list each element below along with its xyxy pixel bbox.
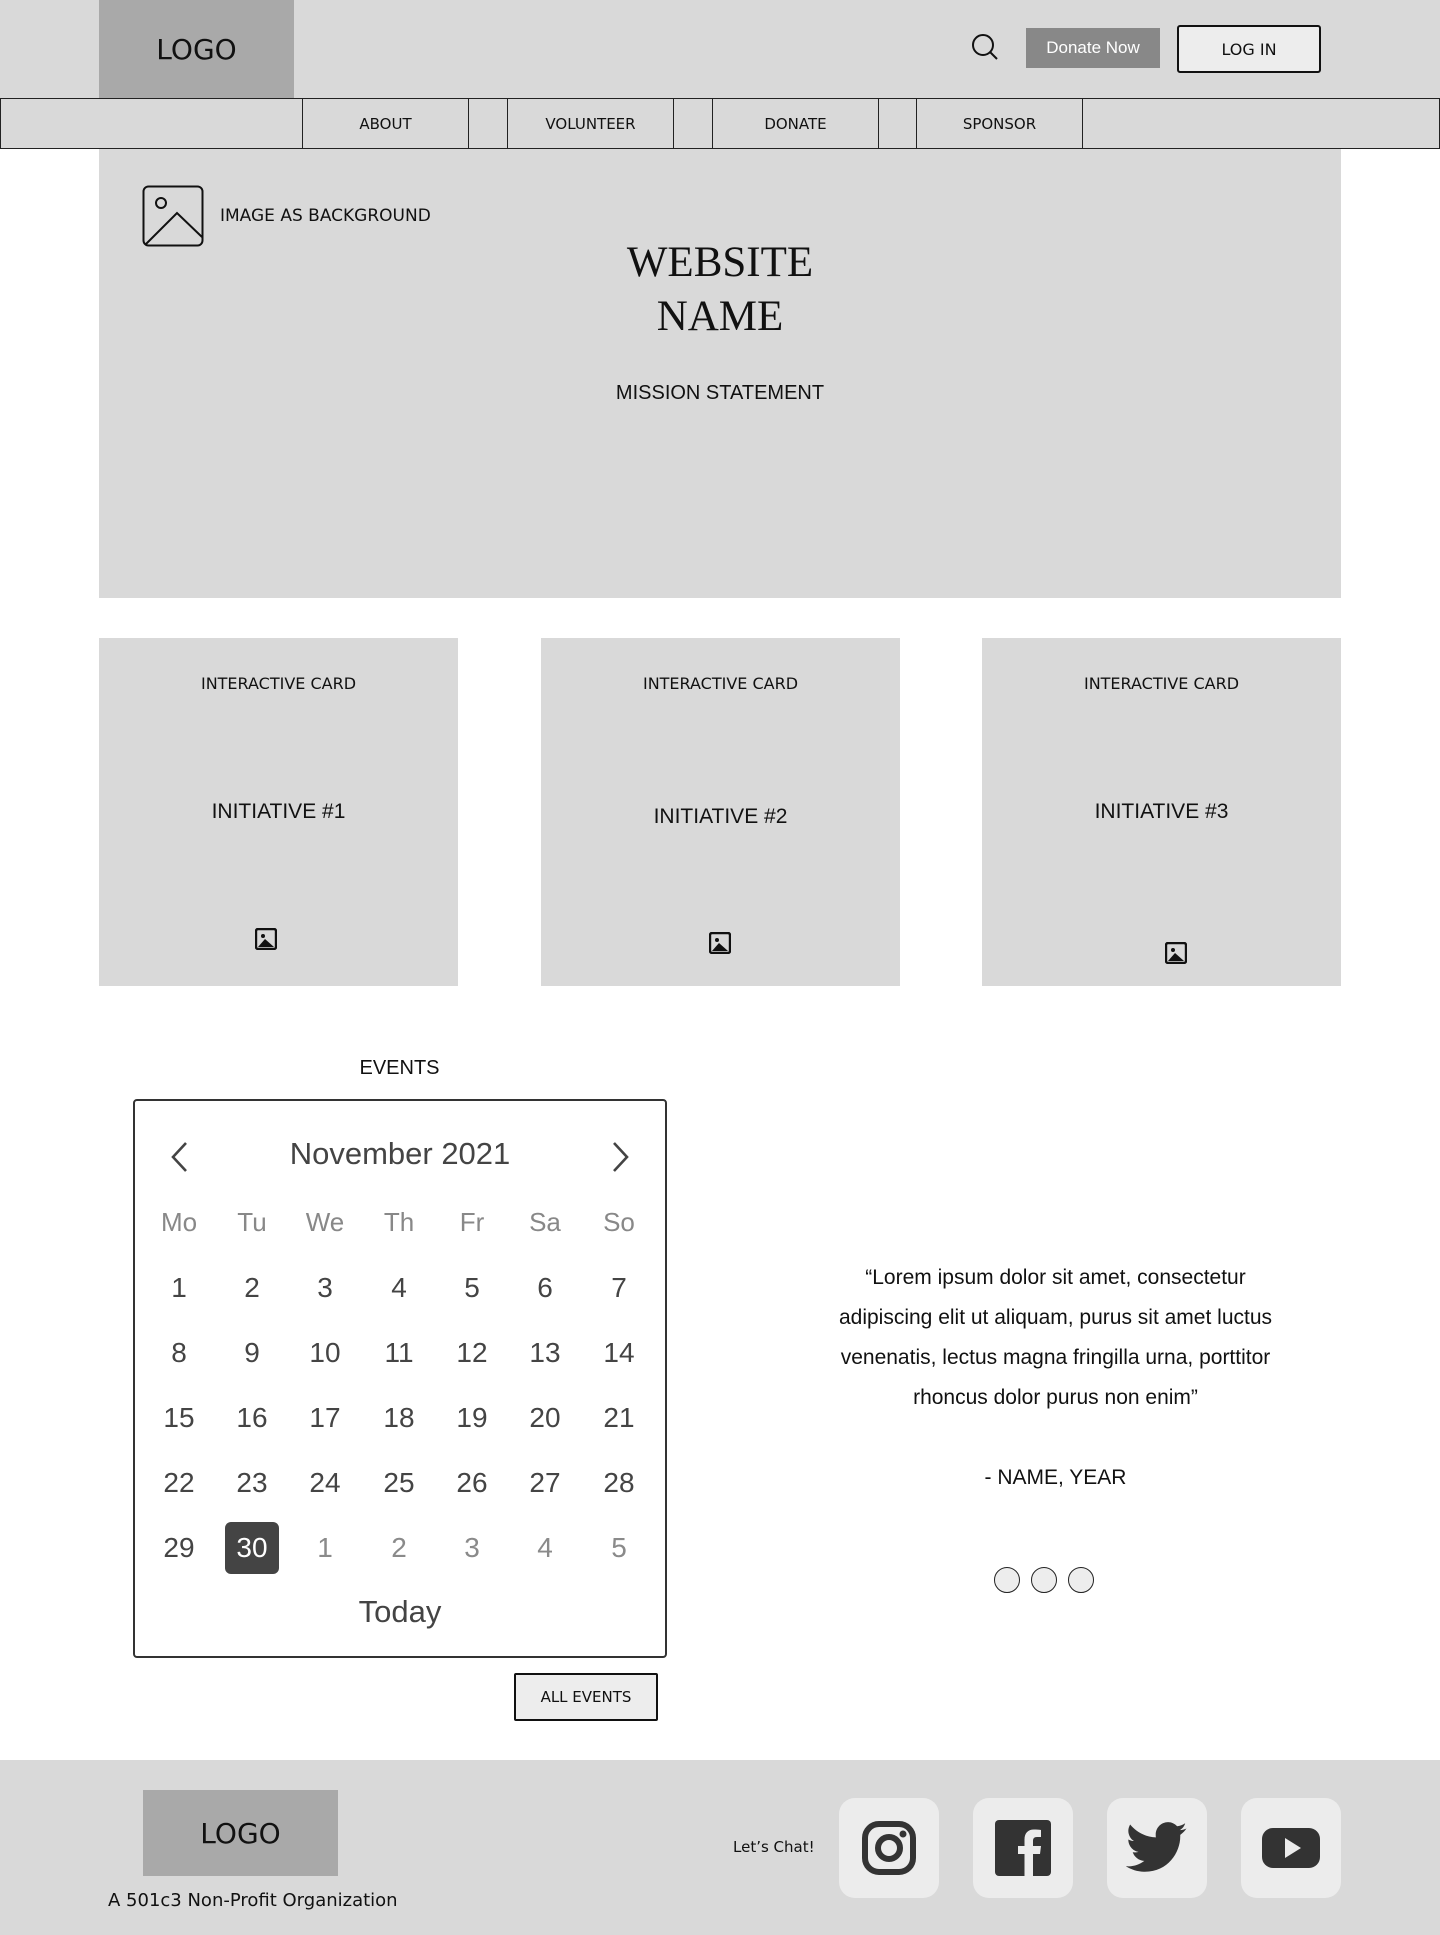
initiative-card-2[interactable]: INTERACTIVE CARD INITIATIVE #2 bbox=[541, 638, 900, 986]
nav-item-sponsor[interactable]: SPONSOR bbox=[916, 98, 1083, 149]
calendar-day[interactable]: 5 bbox=[592, 1522, 646, 1574]
events-heading: EVENTS bbox=[359, 1057, 440, 1079]
card-title: INITIATIVE #1 bbox=[211, 800, 346, 823]
calendar-day[interactable]: 7 bbox=[592, 1262, 646, 1314]
calendar-day[interactable]: 6 bbox=[518, 1262, 572, 1314]
weekday-label: We bbox=[305, 1207, 345, 1237]
weekday-label: Th bbox=[383, 1207, 415, 1237]
card-title: INITIATIVE #2 bbox=[653, 805, 788, 828]
weekday-label: So bbox=[603, 1207, 635, 1237]
card-label: INTERACTIVE CARD bbox=[1083, 674, 1240, 693]
mission-statement: MISSION STATEMENT bbox=[615, 382, 825, 404]
calendar-day[interactable]: 16 bbox=[225, 1392, 279, 1444]
testimonial-author: - NAME, YEAR bbox=[984, 1466, 1127, 1489]
website-name-line1: WEBSITE bbox=[626, 239, 814, 286]
calendar-day[interactable]: 5 bbox=[445, 1262, 499, 1314]
website-name-line2: NAME bbox=[656, 293, 784, 340]
quote-line: rhoncus dolor purus non enim” bbox=[913, 1386, 1198, 1409]
quote-line: adipiscing elit ut aliquam, purus sit am… bbox=[838, 1306, 1273, 1329]
calendar-day[interactable]: 22 bbox=[152, 1457, 206, 1509]
image-icon bbox=[1164, 941, 1188, 965]
twitter-icon[interactable] bbox=[1107, 1798, 1207, 1898]
website-name: WEBSITE NAME bbox=[520, 236, 920, 344]
initiative-card-3[interactable]: INTERACTIVE CARD INITIATIVE #3 bbox=[982, 638, 1341, 986]
carousel-dot-3[interactable] bbox=[1068, 1567, 1094, 1593]
nav-item-donate[interactable]: DONATE bbox=[712, 98, 879, 149]
testimonial-quote: “Lorem ipsum dolor sit amet, consectetur… bbox=[800, 1258, 1311, 1418]
carousel-dot-1[interactable] bbox=[994, 1567, 1020, 1593]
calendar-day[interactable]: 20 bbox=[518, 1392, 572, 1444]
quote-line: venenatis, lectus magna fringilla urna, … bbox=[840, 1346, 1271, 1369]
image-icon bbox=[254, 927, 278, 951]
calendar-day[interactable]: 4 bbox=[518, 1522, 572, 1574]
donate-now-button[interactable]: Donate Now bbox=[1026, 28, 1160, 68]
image-icon bbox=[708, 931, 732, 955]
image-placeholder-icon bbox=[142, 185, 204, 247]
chevron-right-icon[interactable] bbox=[606, 1140, 634, 1174]
calendar-day[interactable]: 24 bbox=[298, 1457, 352, 1509]
calendar-day[interactable]: 1 bbox=[152, 1262, 206, 1314]
calendar-day[interactable]: 30 bbox=[225, 1522, 279, 1574]
facebook-icon[interactable] bbox=[973, 1798, 1073, 1898]
search-icon[interactable] bbox=[970, 32, 1000, 64]
footer-logo[interactable]: LOGO bbox=[143, 1790, 338, 1876]
calendar-day[interactable]: 13 bbox=[518, 1327, 572, 1379]
calendar-day[interactable]: 25 bbox=[372, 1457, 426, 1509]
calendar-day[interactable]: 9 bbox=[225, 1327, 279, 1379]
calendar-day[interactable]: 29 bbox=[152, 1522, 206, 1574]
calendar-day[interactable]: 8 bbox=[152, 1327, 206, 1379]
all-events-button[interactable]: ALL EVENTS bbox=[514, 1673, 658, 1721]
calendar-day[interactable]: 2 bbox=[372, 1522, 426, 1574]
card-label: INTERACTIVE CARD bbox=[642, 674, 799, 693]
calendar-day[interactable]: 23 bbox=[225, 1457, 279, 1509]
chevron-left-icon[interactable] bbox=[166, 1140, 194, 1174]
calendar-day[interactable]: 21 bbox=[592, 1392, 646, 1444]
carousel-dot-2[interactable] bbox=[1031, 1567, 1057, 1593]
quote-line: “Lorem ipsum dolor sit amet, consectetur bbox=[865, 1266, 1246, 1289]
youtube-icon[interactable] bbox=[1241, 1798, 1341, 1898]
calendar-day[interactable]: 1 bbox=[298, 1522, 352, 1574]
calendar-day[interactable]: 12 bbox=[445, 1327, 499, 1379]
weekday-label: Fr bbox=[459, 1207, 485, 1237]
calendar-month: November 2021 bbox=[289, 1136, 511, 1171]
calendar-day[interactable]: 3 bbox=[298, 1262, 352, 1314]
site-logo[interactable]: LOGO bbox=[99, 0, 294, 98]
calendar-day[interactable]: 2 bbox=[225, 1262, 279, 1314]
card-title: INITIATIVE #3 bbox=[1094, 800, 1229, 823]
login-button[interactable]: LOG IN bbox=[1177, 25, 1321, 73]
nav-item-volunteer[interactable]: VOLUNTEER bbox=[507, 98, 674, 149]
weekday-label: Sa bbox=[529, 1207, 561, 1237]
calendar-day[interactable]: 15 bbox=[152, 1392, 206, 1444]
calendar-day[interactable]: 17 bbox=[298, 1392, 352, 1444]
initiative-card-1[interactable]: INTERACTIVE CARD INITIATIVE #1 bbox=[99, 638, 458, 986]
calendar-day[interactable]: 14 bbox=[592, 1327, 646, 1379]
nav-item-about[interactable]: ABOUT bbox=[302, 98, 469, 149]
weekday-label: Mo bbox=[160, 1207, 198, 1237]
calendar-day[interactable]: 28 bbox=[592, 1457, 646, 1509]
instagram-icon[interactable] bbox=[839, 1798, 939, 1898]
calendar-day[interactable]: 26 bbox=[445, 1457, 499, 1509]
image-background-label: IMAGE AS BACKGROUND bbox=[220, 206, 431, 226]
calendar-day[interactable]: 19 bbox=[445, 1392, 499, 1444]
weekday-label: Tu bbox=[237, 1207, 267, 1237]
calendar-day[interactable]: 11 bbox=[372, 1327, 426, 1379]
calendar-today-button[interactable]: Today bbox=[200, 1594, 600, 1630]
calendar-day[interactable]: 3 bbox=[445, 1522, 499, 1574]
card-label: INTERACTIVE CARD bbox=[200, 674, 357, 693]
calendar-day[interactable]: 10 bbox=[298, 1327, 352, 1379]
footer-tagline: A 501c3 Non-Profit Organization bbox=[108, 1890, 398, 1911]
calendar-day[interactable]: 27 bbox=[518, 1457, 572, 1509]
lets-chat-label: Let’s Chat! bbox=[733, 1838, 815, 1856]
calendar-day[interactable]: 18 bbox=[372, 1392, 426, 1444]
calendar-day[interactable]: 4 bbox=[372, 1262, 426, 1314]
